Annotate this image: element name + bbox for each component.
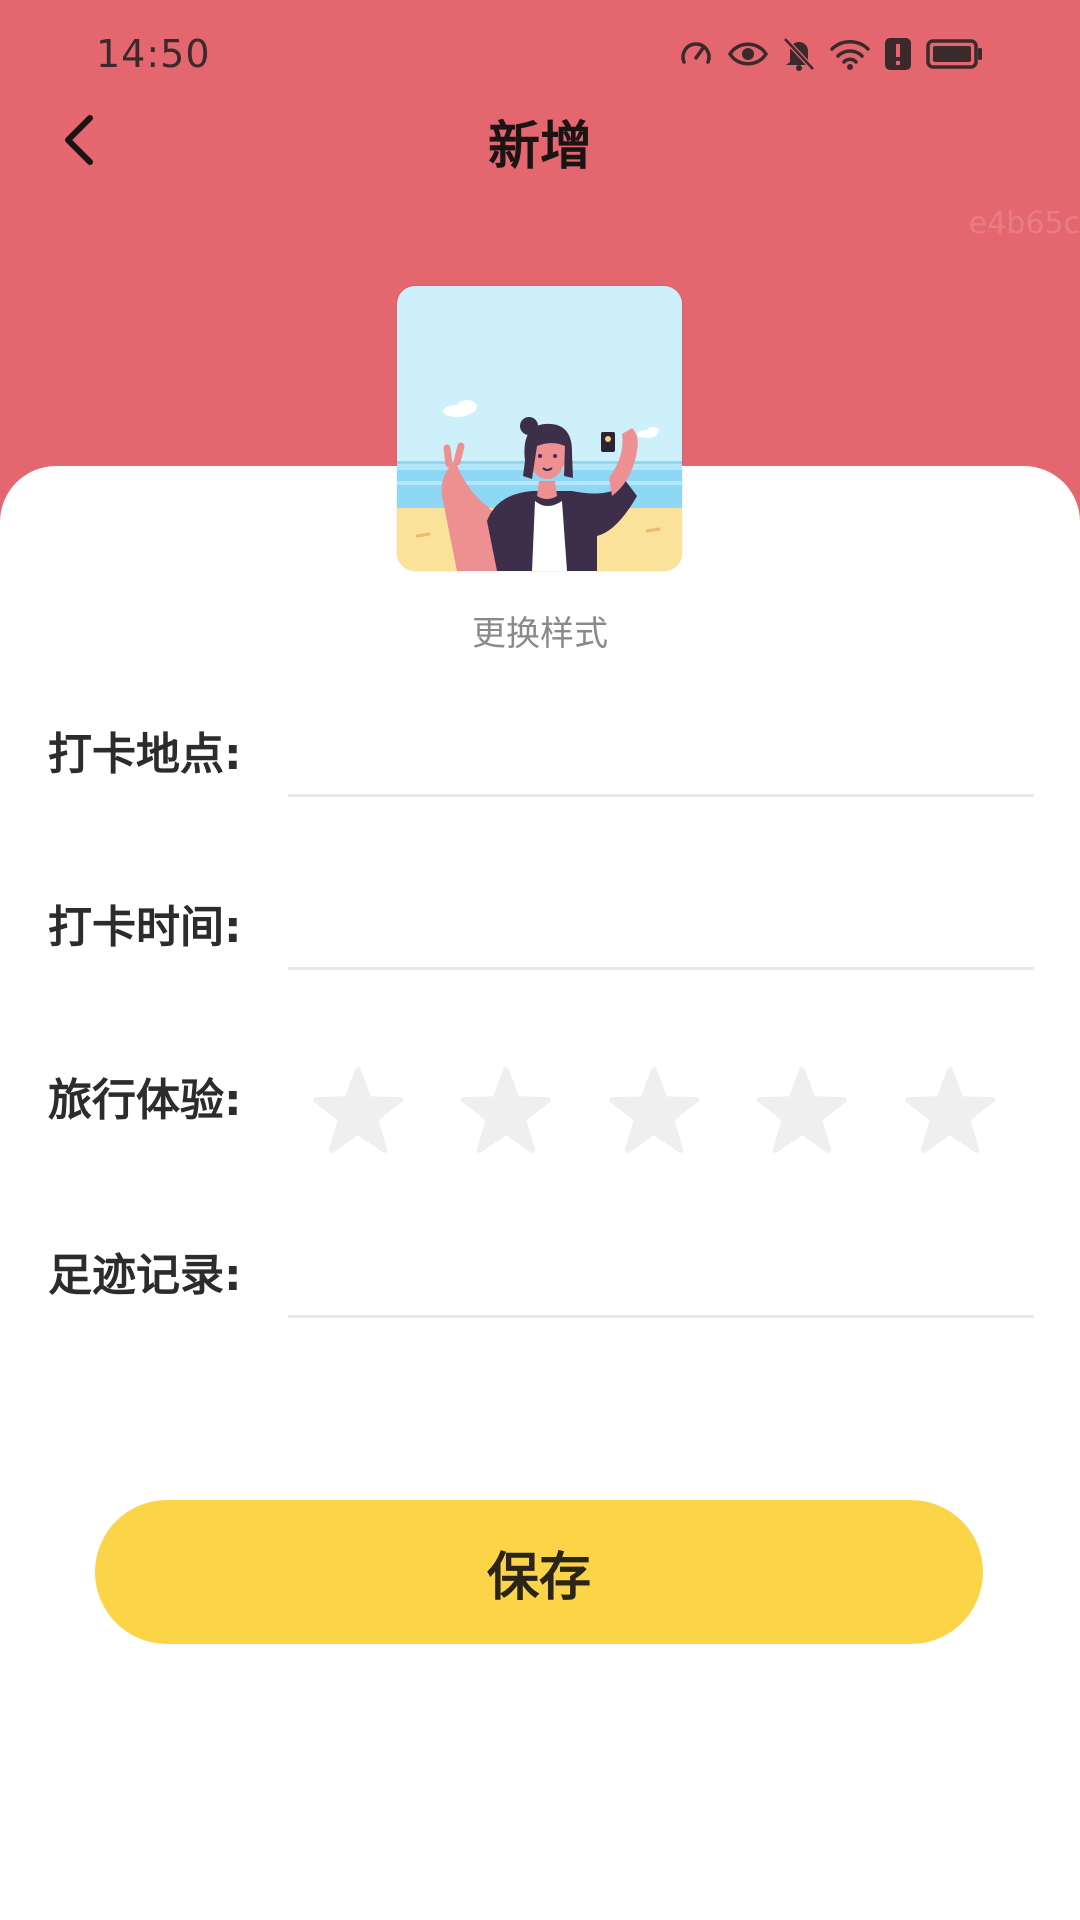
change-style-link[interactable]: 更换样式 bbox=[0, 606, 1080, 655]
battery-icon bbox=[926, 39, 982, 69]
time-row: 打卡时间: bbox=[0, 873, 1080, 993]
alert-icon bbox=[885, 38, 911, 70]
star-rating bbox=[312, 1066, 996, 1154]
status-bar: 14:50 bbox=[0, 0, 1080, 110]
star-icon-2[interactable] bbox=[460, 1066, 552, 1154]
location-row: 打卡地点: bbox=[0, 700, 1080, 820]
star-icon-5[interactable] bbox=[904, 1066, 996, 1154]
save-button[interactable]: 保存 bbox=[95, 1500, 983, 1644]
star-icon-1[interactable] bbox=[312, 1066, 404, 1154]
watermark-text: e4b65c bbox=[968, 206, 1080, 241]
eye-icon bbox=[728, 42, 768, 66]
location-input[interactable] bbox=[288, 722, 1034, 797]
time-input[interactable] bbox=[288, 895, 1034, 970]
location-label: 打卡地点: bbox=[48, 729, 242, 780]
rating-label: 旅行体验: bbox=[48, 1075, 242, 1126]
cover-image[interactable] bbox=[397, 286, 682, 571]
status-icons bbox=[678, 34, 984, 74]
notes-row: 足迹记录: bbox=[0, 1221, 1080, 1341]
notes-input[interactable] bbox=[288, 1243, 1034, 1318]
time-label: 打卡时间: bbox=[48, 902, 242, 953]
wifi-icon bbox=[830, 40, 870, 70]
selfie-beach-illustration bbox=[397, 286, 682, 571]
notes-label: 足迹记录: bbox=[48, 1250, 242, 1301]
form-card bbox=[0, 466, 1080, 1920]
bell-off-icon bbox=[783, 37, 815, 71]
speedometer-icon bbox=[681, 42, 711, 64]
star-icon-3[interactable] bbox=[608, 1066, 700, 1154]
star-icon-4[interactable] bbox=[756, 1066, 848, 1154]
status-time: 14:50 bbox=[96, 32, 211, 76]
page-title: 新增 bbox=[487, 117, 592, 177]
rating-row: 旅行体验: bbox=[0, 1046, 1080, 1166]
navigation-bar: 新增 bbox=[0, 100, 1080, 180]
